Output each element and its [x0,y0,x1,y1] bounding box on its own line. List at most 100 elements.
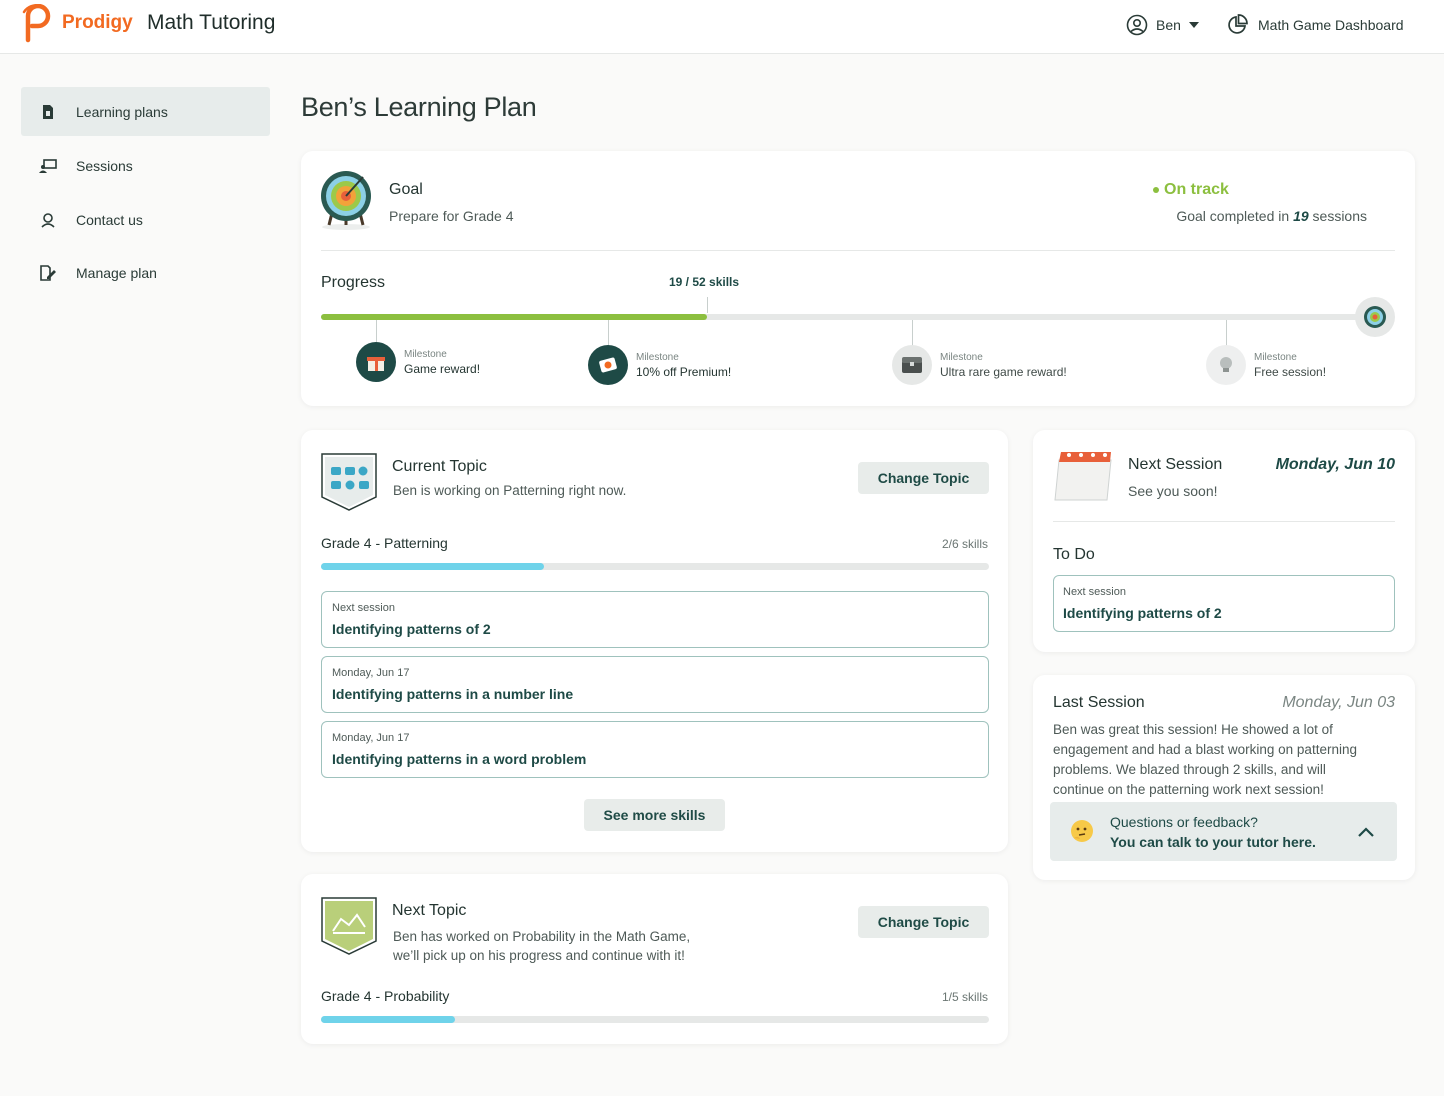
goal-card: Goal Prepare for Grade 4 On track Goal c… [301,151,1415,406]
last-session-card: Last Session Monday, Jun 03 Ben was grea… [1033,675,1415,880]
topic-name: Grade 4 - Patterning [321,535,448,551]
feedback-panel[interactable]: Questions or feedback? You can talk to y… [1050,802,1397,861]
progress-count: 19 / 52 skills [669,275,740,289]
goal-completed-prefix: Goal completed in [1176,208,1290,224]
next-session-date: Monday, Jun 10 [1275,456,1395,473]
caret-down-icon [1188,22,1199,28]
change-topic-button[interactable]: Change Topic [858,906,989,938]
calendar-icon [1053,450,1113,509]
prodigy-logo-icon[interactable] [18,4,58,44]
topic-name: Grade 4 - Probability [321,988,450,1004]
milestone-label: Milestone [1254,351,1297,363]
support-agent-icon [39,211,57,229]
current-topic-card: Current Topic Ben is working on Patterni… [301,430,1008,852]
goal-progress-track [321,314,1377,320]
milestone-reward: Game reward! [404,361,481,376]
milestone-tick [1226,320,1227,346]
sidebar-item-label: Manage plan [76,264,157,281]
notes-line: continue on the patterning work next ses… [1053,782,1324,797]
next-topic-card: Next Topic Ben has worked on Probability… [301,874,1008,1044]
skill-item[interactable]: Next session Identifying patterns of 2 [321,591,989,648]
see-more-skills-button[interactable]: See more skills [584,799,725,831]
last-session-date: Monday, Jun 03 [1282,694,1395,711]
lightbulb-icon [1206,345,1246,385]
current-topic-title: Current Topic [392,458,487,475]
milestone-label: Milestone [636,351,679,363]
last-session-title: Last Session [1053,694,1145,711]
milestone-1: Milestone Game reward! [356,342,480,382]
top-bar: Prodigy Math Tutoring Ben Math Game Dash… [0,0,1444,54]
milestone-3: Milestone Ultra rare game reward! [892,345,1067,385]
milestone-4: Milestone Free session! [1206,345,1326,385]
feedback-cta: You can talk to your tutor here. [1110,834,1316,850]
milestone-2: Milestone 10% off Premium! [588,345,731,385]
skills-count: 1/5 skills [941,990,988,1004]
progress-label: Progress [321,274,386,291]
feedback-question: Questions or feedback? [1110,814,1258,830]
probability-badge-icon [321,897,377,960]
goal-completed: Goal completed in 19 sessions [1176,208,1367,224]
goal-progress-fill [321,314,707,320]
topic-progress-track [321,563,989,570]
todo-label: Next session [1063,586,1126,598]
last-session-notes: Ben was great this session! He showed a … [1053,720,1357,800]
next-session-card: Next Session Monday, Jun 10 See you soon… [1033,430,1415,652]
next-topic-title: Next Topic [392,902,467,919]
milestone-reward: Free session! [1254,364,1327,379]
goal-end-target-icon [1355,297,1395,337]
topic-progress-fill [321,563,544,570]
skill-name: Identifying patterns of 2 [332,621,491,637]
edit-document-icon [39,264,57,282]
skill-name: Identifying patterns in a word problem [332,751,587,767]
app-title: Math Tutoring [147,11,276,34]
thinking-face-icon [1070,819,1094,848]
sidebar-item-label: Contact us [76,211,143,228]
next-topic-description: Ben has worked on Probability in the Mat… [393,927,690,965]
todo-value: Identifying patterns of 2 [1063,605,1222,621]
skill-item[interactable]: Monday, Jun 17 Identifying patterns in a… [321,656,989,713]
chevron-up-icon[interactable] [1358,824,1374,842]
sidebar-item-label: Sessions [76,157,133,174]
coupon-icon [588,345,628,385]
user-menu[interactable]: Ben [1126,14,1199,36]
user-name: Ben [1156,17,1181,33]
sidebar-item-learning-plans[interactable]: Learning plans [21,87,270,136]
divider [321,250,1395,251]
goal-description: Prepare for Grade 4 [389,208,514,224]
todo-item[interactable]: Next session Identifying patterns of 2 [1053,575,1395,632]
milestone-reward: Ultra rare game reward! [940,364,1067,379]
milestone-label: Milestone [404,348,447,360]
milestone-tick [608,320,609,346]
divider [1053,521,1395,522]
math-game-dashboard-link[interactable]: Math Game Dashboard [1226,14,1404,36]
status-dot [1153,187,1159,193]
topic-progress-fill [321,1016,455,1023]
gift-icon [356,342,396,382]
todo-title: To Do [1053,546,1095,563]
goal-completed-suffix: sessions [1312,208,1367,224]
status-text: On track [1164,181,1229,198]
skill-item[interactable]: Monday, Jun 17 Identifying patterns in a… [321,721,989,778]
skill-when: Monday, Jun 17 [332,667,410,679]
pie-chart-icon [1228,14,1248,34]
sidebar-item-manage-plan[interactable]: Manage plan [21,248,270,297]
goal-status: On track [1153,181,1229,199]
treasure-chest-icon [892,345,932,385]
presentation-icon [39,157,57,175]
change-topic-button[interactable]: Change Topic [858,462,989,494]
target-icon [319,169,373,236]
next-topic-description-line: Ben has worked on Probability in the Mat… [393,929,691,944]
skill-name: Identifying patterns in a number line [332,686,574,702]
brand-name[interactable]: Prodigy [62,12,133,34]
skill-when: Monday, Jun 17 [332,732,410,744]
page-title: Ben’s Learning Plan [301,92,537,122]
milestone-reward: 10% off Premium! [636,364,732,379]
sidebar-item-label: Learning plans [76,103,168,120]
topic-progress-track [321,1016,989,1023]
sidebar-item-contact-us[interactable]: Contact us [21,195,270,244]
sidebar-item-sessions[interactable]: Sessions [21,141,270,190]
skills-count: 2/6 skills [941,537,988,551]
dashboard-link-label: Math Game Dashboard [1258,17,1404,33]
notes-line: problems. We blazed through 2 skills, an… [1053,762,1326,777]
goal-label: Goal [389,181,423,198]
